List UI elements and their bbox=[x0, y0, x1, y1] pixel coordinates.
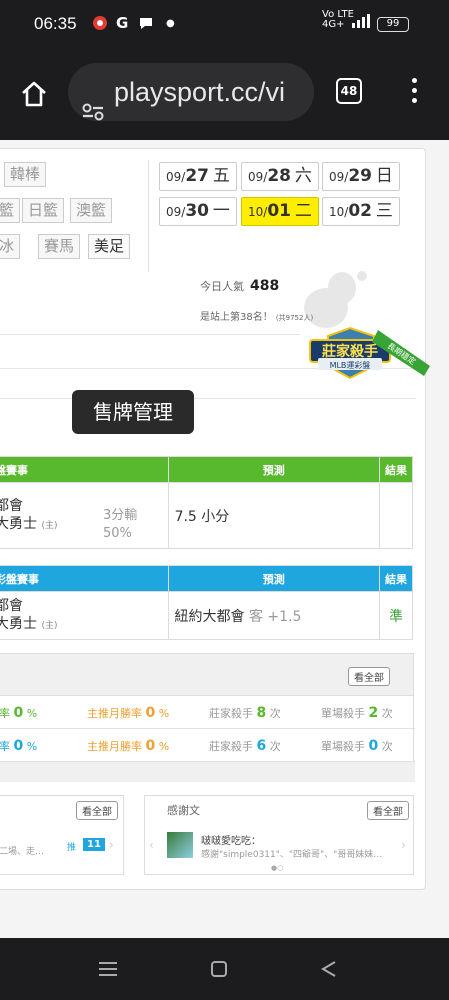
date-button-selected[interactable]: 10/01 二 bbox=[241, 197, 319, 226]
thanks-title: 感謝文 bbox=[167, 804, 200, 817]
push-count-badge[interactable]: 11 bbox=[83, 838, 105, 851]
date-button[interactable]: 09/30 一 bbox=[159, 197, 237, 226]
url-text: playsport.cc/vi bbox=[114, 77, 286, 107]
sport-chip[interactable]: 賽馬 bbox=[38, 234, 81, 259]
column-header: 結果 bbox=[379, 456, 413, 483]
sport-chip[interactable]: 澳籃 bbox=[70, 198, 113, 223]
site-settings-icon[interactable] bbox=[82, 83, 104, 121]
popularity: 今日人氣 488 bbox=[200, 278, 280, 294]
column-header: 彩盤賽事 bbox=[0, 565, 169, 592]
push-label: 推 bbox=[67, 843, 77, 853]
chevron-right-icon[interactable]: › bbox=[109, 838, 114, 852]
prediction-table-spread: 彩盤賽事 預測 結果 都會 大勇士 (主) 紐約大都會 客 +1.5 準 bbox=[0, 565, 413, 640]
stats-header: 看全部 bbox=[0, 654, 413, 696]
system-navigation-bar bbox=[0, 938, 449, 1000]
view-all-button[interactable]: 看全部 bbox=[76, 801, 118, 820]
sport-chip[interactable]: 韓棒 bbox=[4, 162, 47, 187]
badge-sub: MLB運彩盤 bbox=[330, 360, 371, 370]
google-icon: G bbox=[116, 14, 129, 32]
divider bbox=[148, 160, 149, 272]
network-label: Vo LTE 4G+ bbox=[322, 9, 354, 30]
team-away: 都會 bbox=[0, 497, 23, 514]
browser-toolbar: playsport.cc/vi 48 bbox=[0, 52, 449, 140]
sport-chip[interactable]: 冰 bbox=[0, 234, 21, 259]
sport-chip[interactable]: 籃 bbox=[0, 198, 21, 223]
back-icon[interactable] bbox=[320, 960, 338, 978]
column-header: 盤賽事 bbox=[0, 456, 169, 483]
odds-text: 3分輸 50% bbox=[103, 508, 138, 541]
sport-chip[interactable]: 日籃 bbox=[22, 198, 65, 223]
column-header: 預測 bbox=[167, 456, 381, 483]
team-home: 大勇士 bbox=[0, 615, 37, 632]
date-button[interactable]: 09/28 六 bbox=[241, 162, 319, 191]
home-icon[interactable] bbox=[20, 80, 48, 108]
status-time: 06:35 bbox=[34, 14, 77, 33]
stats-footer bbox=[0, 762, 415, 782]
status-bar: 06:35 G ● Vo LTE 4G+ 99 bbox=[0, 0, 449, 52]
prediction-value: 7.5 小分 bbox=[167, 482, 381, 549]
thanks-text[interactable]: 感謝"simple0311"、"四爺哥"、"哥哥妹妹… bbox=[201, 847, 401, 860]
thanks-panel: 感謝文 看全部 ‹ 啵啵愛吃吃： 感謝"simple0311"、"四爺哥"、"哥… bbox=[144, 795, 414, 875]
stats-panel: 看全部 率 0 % 主推月勝率 0 % 莊家殺手 8 次 單場殺手 2 次 率 … bbox=[0, 653, 415, 782]
prediction-value: 紐約大都會 客 +1.5 bbox=[167, 591, 381, 640]
view-all-button[interactable]: 看全部 bbox=[348, 667, 390, 686]
column-header: 結果 bbox=[379, 565, 413, 592]
popularity-rank: 是站上第38名！ (共9752人) bbox=[200, 312, 314, 323]
toast-message: 售牌管理 bbox=[72, 390, 194, 434]
result-cell: 準 bbox=[379, 591, 413, 640]
team-home: 大勇士 bbox=[0, 515, 37, 532]
tab-switcher-button[interactable]: 48 bbox=[336, 78, 362, 104]
date-button[interactable]: 09/27 五 bbox=[159, 162, 237, 191]
column-header: 預測 bbox=[167, 565, 381, 592]
avatar bbox=[167, 832, 193, 858]
match-cell[interactable]: 都會 大勇士 (主) bbox=[0, 591, 169, 640]
dot-icon: ● bbox=[166, 18, 175, 29]
team-away: 都會 bbox=[0, 597, 23, 614]
chevron-left-icon[interactable]: ‹ bbox=[149, 838, 154, 852]
chat-icon bbox=[138, 15, 154, 35]
recent-apps-icon[interactable] bbox=[98, 960, 118, 978]
match-cell[interactable]: 都會 大勇士 (主) 3分輸 50% bbox=[0, 482, 169, 549]
date-button[interactable]: 09/29 日 bbox=[322, 162, 400, 191]
prediction-table-total: 盤賽事 預測 結果 都會 大勇士 (主) 3分輸 50% 7.5 小分 bbox=[0, 456, 413, 549]
left-mini-panel: 看全部 二場、走… 推 11 › bbox=[0, 795, 124, 875]
notification-app-icon bbox=[92, 15, 108, 35]
chevron-right-icon[interactable]: › bbox=[401, 838, 406, 852]
signal-icon bbox=[352, 14, 372, 32]
divider bbox=[0, 334, 300, 335]
view-all-button[interactable]: 看全部 bbox=[367, 801, 409, 820]
overflow-menu-icon[interactable] bbox=[410, 78, 418, 106]
snippet-text: 二場、走… bbox=[0, 847, 45, 857]
badge-title: 莊家殺手 bbox=[322, 343, 378, 360]
date-button[interactable]: 10/02 三 bbox=[322, 197, 400, 226]
stats-row: 率 0 % 主推月勝率 0 % 莊家殺手 8 次 單場殺手 2 次 bbox=[0, 696, 415, 729]
divider bbox=[0, 398, 416, 399]
carousel-dots-icon: ●○ bbox=[271, 864, 284, 872]
address-bar[interactable]: playsport.cc/vi bbox=[68, 63, 314, 121]
dealer-killer-badge: 莊家殺手 MLB運彩盤 長期穩定 bbox=[309, 326, 430, 380]
battery-icon: 99 bbox=[377, 17, 409, 32]
home-nav-icon[interactable] bbox=[210, 960, 228, 978]
thanks-user[interactable]: 啵啵愛吃吃： bbox=[201, 832, 261, 847]
result-cell bbox=[379, 482, 413, 549]
sport-chip[interactable]: 美足 bbox=[88, 234, 131, 259]
stats-row: 率 0 % 主推月勝率 0 % 莊家殺手 6 次 單場殺手 0 次 bbox=[0, 729, 415, 762]
